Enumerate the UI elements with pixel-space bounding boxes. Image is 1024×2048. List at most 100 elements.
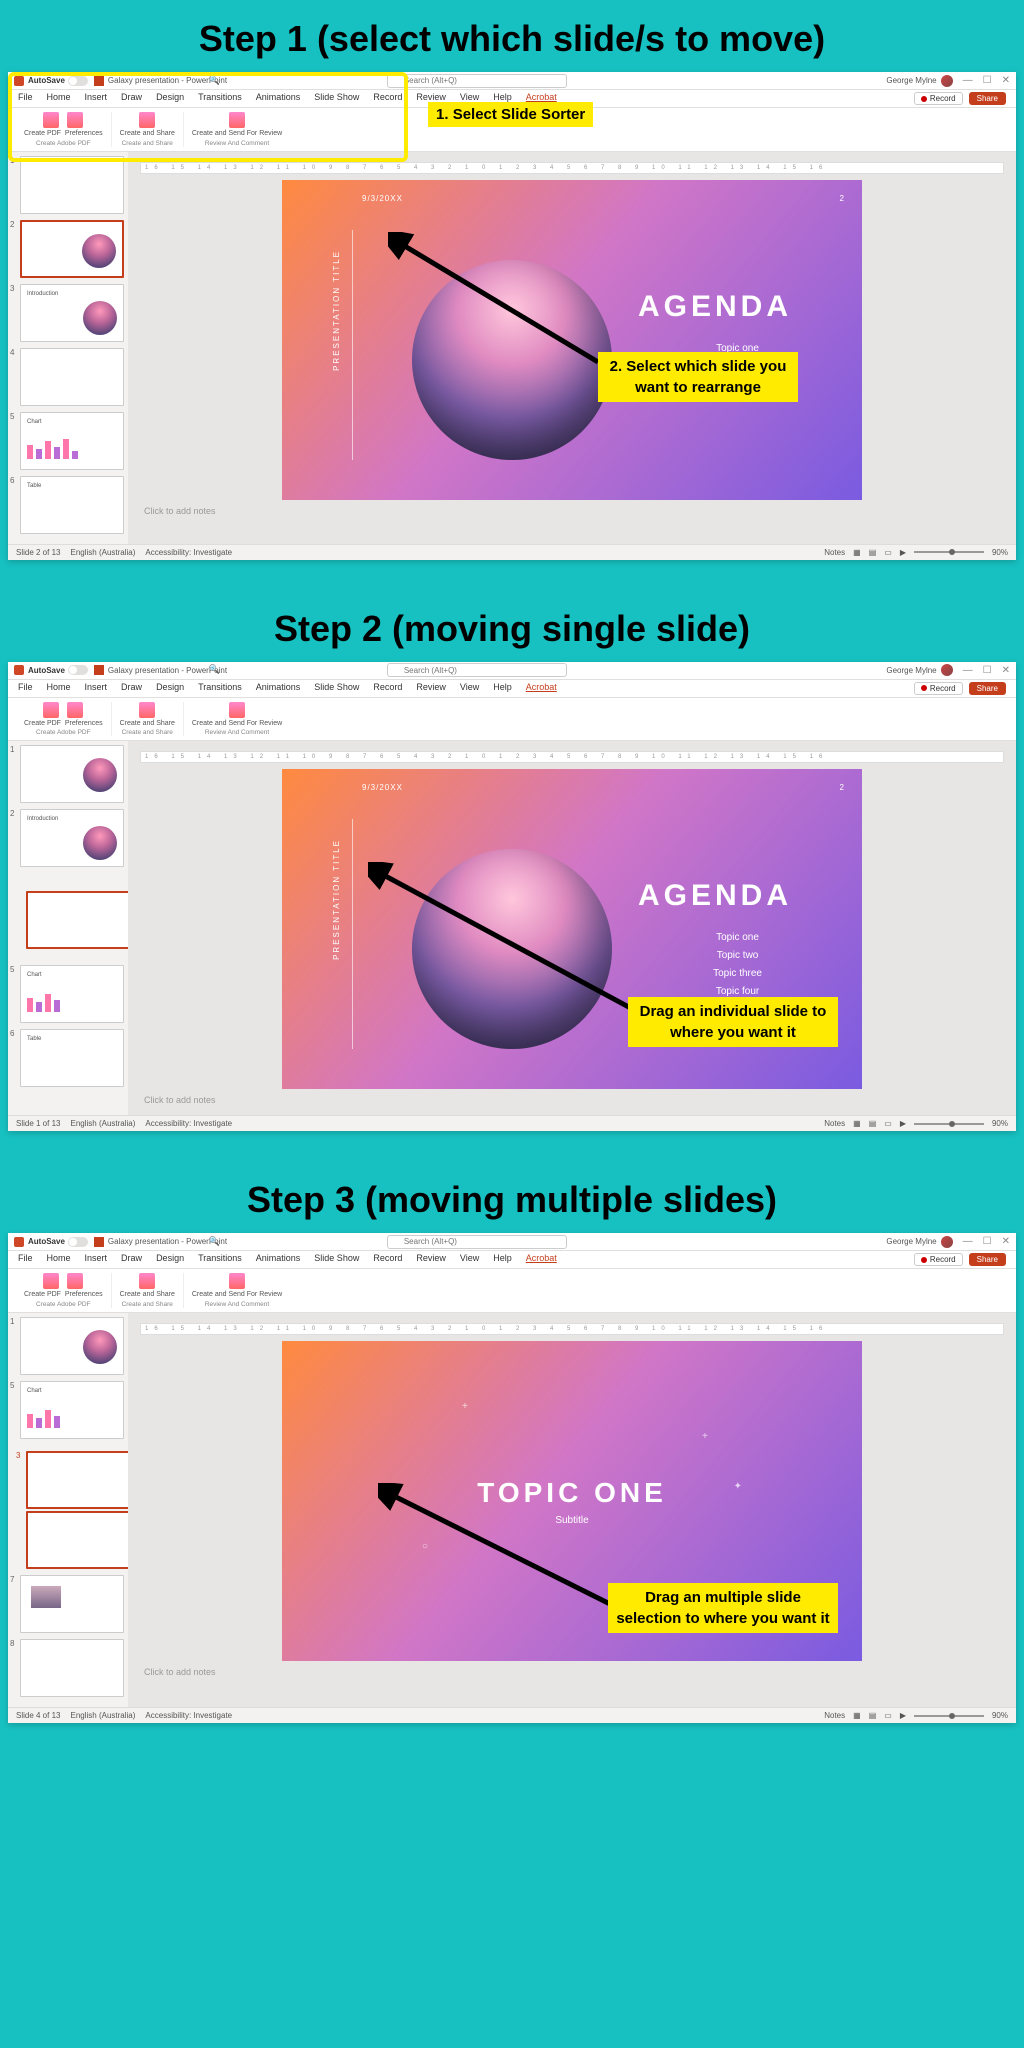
menu-insert[interactable]: Insert (85, 92, 108, 105)
notes-placeholder[interactable]: Click to add notes (140, 1661, 1004, 1683)
thumb-1[interactable]: 1GALAXY (12, 156, 124, 214)
menu-help[interactable]: Help (493, 682, 512, 695)
send-review-icon[interactable] (229, 1273, 245, 1289)
thumb-6[interactable]: 6Table (12, 1029, 124, 1087)
view-reading-icon[interactable]: ▭ (884, 1711, 892, 1720)
view-sorter-icon[interactable]: ▤ (869, 548, 877, 557)
menu-transitions[interactable]: Transitions (198, 682, 242, 695)
close-icon[interactable]: ✕ (1002, 1236, 1010, 1247)
search-input[interactable] (387, 74, 567, 88)
notes-placeholder[interactable]: Click to add notes (140, 500, 1004, 522)
menu-animations[interactable]: Animations (256, 92, 301, 105)
view-slideshow-icon[interactable]: ▶ (900, 1119, 906, 1128)
menu-file[interactable]: File (18, 1253, 33, 1266)
menu-slideshow[interactable]: Slide Show (314, 1253, 359, 1266)
view-slideshow-icon[interactable]: ▶ (900, 548, 906, 557)
thumb-dragging[interactable]: GALAXY (18, 891, 128, 949)
menu-help[interactable]: Help (493, 1253, 512, 1266)
preferences-icon[interactable] (67, 112, 83, 128)
menu-insert[interactable]: Insert (85, 682, 108, 695)
create-share-icon[interactable] (139, 112, 155, 128)
menu-insert[interactable]: Insert (85, 1253, 108, 1266)
thumb-1[interactable]: 1AGENDA (12, 745, 124, 803)
share-button[interactable]: Share (969, 92, 1006, 105)
user-area[interactable]: George Mylne (886, 75, 952, 87)
autosave-toggle[interactable] (68, 1237, 88, 1247)
thumb-8[interactable]: 8TEAM (12, 1639, 124, 1697)
view-normal-icon[interactable]: ▦ (853, 1119, 861, 1128)
menu-draw[interactable]: Draw (121, 92, 142, 105)
language[interactable]: English (Australia) (70, 1711, 135, 1720)
view-sorter-icon[interactable]: ▤ (869, 1119, 877, 1128)
thumb-5[interactable]: 5Chart (12, 965, 124, 1023)
thumb-4[interactable]: 4TOPIC ONE (12, 348, 124, 406)
menu-review[interactable]: Review (416, 682, 446, 695)
notes-toggle[interactable]: Notes (824, 1711, 845, 1720)
menu-transitions[interactable]: Transitions (198, 92, 242, 105)
menu-acrobat[interactable]: Acrobat (526, 682, 557, 695)
menu-view[interactable]: View (460, 1253, 479, 1266)
language[interactable]: English (Australia) (70, 548, 135, 557)
menu-acrobat[interactable]: Acrobat (526, 1253, 557, 1266)
language[interactable]: English (Australia) (70, 1119, 135, 1128)
close-icon[interactable]: ✕ (1002, 665, 1010, 676)
view-slideshow-icon[interactable]: ▶ (900, 1711, 906, 1720)
thumb-1[interactable]: 1AGENDA (12, 1317, 124, 1375)
zoom-slider[interactable] (914, 1123, 984, 1125)
minimize-icon[interactable]: — (963, 75, 973, 86)
menu-design[interactable]: Design (156, 92, 184, 105)
record-button[interactable]: Record (914, 92, 963, 105)
view-sorter-icon[interactable]: ▤ (869, 1711, 877, 1720)
menu-animations[interactable]: Animations (256, 682, 301, 695)
maximize-icon[interactable]: ☐ (983, 665, 992, 676)
thumb-5[interactable]: 5Chart (12, 412, 124, 470)
thumb-2[interactable]: 2Introduction (12, 809, 124, 867)
menu-home[interactable]: Home (47, 682, 71, 695)
thumb-3[interactable]: 3Introduction (12, 284, 124, 342)
minimize-icon[interactable]: — (963, 1236, 973, 1247)
share-button[interactable]: Share (969, 682, 1006, 695)
send-review-icon[interactable] (229, 702, 245, 718)
menu-home[interactable]: Home (47, 92, 71, 105)
thumb-7[interactable]: 7 (12, 1575, 124, 1633)
create-share-icon[interactable] (139, 1273, 155, 1289)
share-button[interactable]: Share (969, 1253, 1006, 1266)
menu-file[interactable]: File (18, 92, 33, 105)
menu-design[interactable]: Design (156, 1253, 184, 1266)
close-icon[interactable]: ✕ (1002, 75, 1010, 86)
send-review-icon[interactable] (229, 112, 245, 128)
maximize-icon[interactable]: ☐ (983, 1236, 992, 1247)
menu-file[interactable]: File (18, 682, 33, 695)
thumb-drag-a[interactable]: 3GALAXY (18, 1451, 128, 1509)
menu-view[interactable]: View (460, 682, 479, 695)
create-pdf-icon[interactable] (43, 702, 59, 718)
notes-toggle[interactable]: Notes (824, 1119, 845, 1128)
menu-slideshow[interactable]: Slide Show (314, 682, 359, 695)
thumb-drag-b[interactable] (18, 1511, 128, 1569)
menu-slideshow[interactable]: Slide Show (314, 92, 359, 105)
accessibility[interactable]: Accessibility: Investigate (145, 1119, 232, 1128)
thumb-5[interactable]: 5Chart (12, 1381, 124, 1439)
minimize-icon[interactable]: — (963, 665, 973, 676)
search-input[interactable] (387, 663, 567, 677)
search-input[interactable] (387, 1235, 567, 1249)
preferences-icon[interactable] (67, 1273, 83, 1289)
view-normal-icon[interactable]: ▦ (853, 548, 861, 557)
menu-design[interactable]: Design (156, 682, 184, 695)
user-area[interactable]: George Mylne (886, 664, 952, 676)
view-reading-icon[interactable]: ▭ (884, 548, 892, 557)
menu-draw[interactable]: Draw (121, 682, 142, 695)
thumb-2[interactable]: 2AGENDA (12, 220, 124, 278)
notes-toggle[interactable]: Notes (824, 548, 845, 557)
zoom-slider[interactable] (914, 1715, 984, 1717)
view-reading-icon[interactable]: ▭ (884, 1119, 892, 1128)
user-area[interactable]: George Mylne (886, 1236, 952, 1248)
menu-home[interactable]: Home (47, 1253, 71, 1266)
maximize-icon[interactable]: ☐ (983, 75, 992, 86)
menu-review[interactable]: Review (416, 1253, 446, 1266)
thumb-6[interactable]: 6Table (12, 476, 124, 534)
view-normal-icon[interactable]: ▦ (853, 1711, 861, 1720)
record-button[interactable]: Record (914, 682, 963, 695)
autosave-toggle[interactable] (68, 665, 88, 675)
menu-draw[interactable]: Draw (121, 1253, 142, 1266)
